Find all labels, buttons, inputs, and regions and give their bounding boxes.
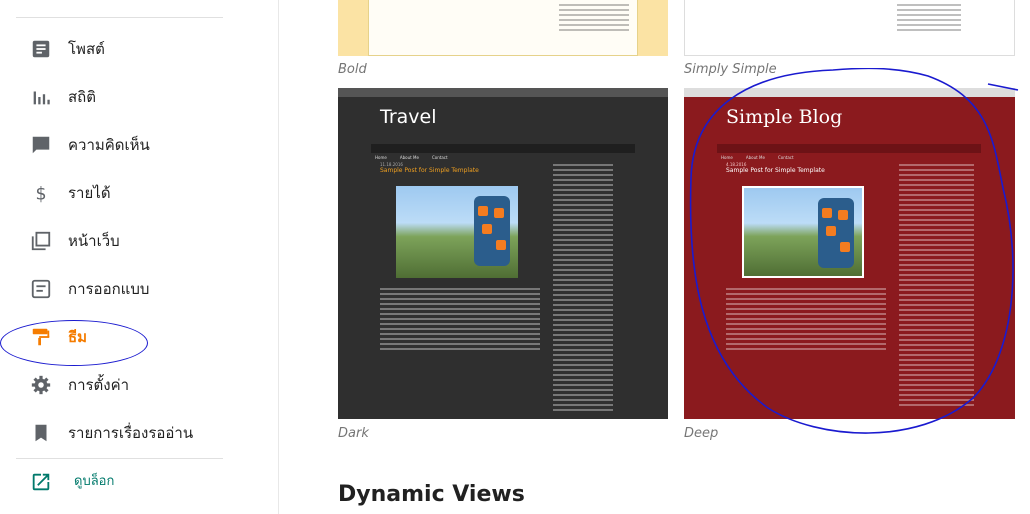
sidebar-item-label: สถิติ xyxy=(68,88,96,106)
sidebar-item-settings[interactable]: การตั้งค่า xyxy=(0,365,260,405)
theme-preview-nav-item: Contact xyxy=(778,155,794,160)
theme-name: Deep xyxy=(684,426,719,441)
paint-roller-icon xyxy=(32,328,50,346)
comments-icon xyxy=(32,136,50,154)
theme-preview-toolbar xyxy=(684,88,1015,97)
section-heading: Dynamic Views xyxy=(338,482,525,507)
theme-preview-photo xyxy=(742,186,864,278)
theme-thumbnail-bold[interactable] xyxy=(338,0,668,56)
external-link-icon xyxy=(32,473,50,491)
theme-preview-blog-title: Simple Blog xyxy=(726,106,843,128)
sidebar-item-label: โพสต์ xyxy=(68,40,105,58)
sidebar-divider xyxy=(16,17,223,18)
gear-icon xyxy=(31,375,51,395)
sidebar-item-earnings[interactable]: $ รายได้ xyxy=(0,173,260,213)
dollar-icon: $ xyxy=(36,184,47,204)
theme-name: Simply Simple xyxy=(684,62,777,77)
theme-preview-text-lines xyxy=(897,4,961,34)
theme-preview-jar xyxy=(818,198,854,268)
theme-preview-nav-item: Contact xyxy=(432,155,448,160)
theme-preview-post-title: Sample Post for Simple Template xyxy=(380,167,479,174)
sidebar-item-stats[interactable]: สถิติ xyxy=(0,77,260,117)
view-blog-label: ดูบล็อก xyxy=(74,474,115,489)
pages-icon xyxy=(31,231,51,251)
theme-preview-jar xyxy=(474,196,510,266)
sidebar-item-label: รายการเรื่องรออ่าน xyxy=(68,424,194,442)
view-blog-link[interactable]: ดูบล็อก xyxy=(0,462,260,502)
theme-preview-text-lines xyxy=(559,4,629,34)
sidebar-item-label: การตั้งค่า xyxy=(68,376,130,394)
theme-preview-blog-title: Travel xyxy=(380,106,437,128)
theme-preview-post: 11.18.2016 Sample Post for Simple Templa… xyxy=(380,162,540,174)
sidebar-item-comments[interactable]: ความคิดเห็น xyxy=(0,125,260,165)
theme-gallery: Bold Simply Simple Travel Home About Me … xyxy=(280,0,1030,514)
theme-preview-nav: Home About Me Contact xyxy=(717,144,981,160)
sidebar-item-label: หน้าเว็บ xyxy=(68,232,120,250)
sidebar-item-label: ความคิดเห็น xyxy=(68,136,150,154)
sidebar-item-theme[interactable]: ธีม xyxy=(0,317,260,357)
sidebar-item-reading-list[interactable]: รายการเรื่องรออ่าน xyxy=(0,413,260,453)
sidebar: โพสต์ สถิติ ความคิดเห็น $ รายได้ หน้าเว็… xyxy=(0,0,279,514)
theme-preview-post: 4.18.2016 Sample Post for Simple Templat… xyxy=(726,162,886,174)
theme-preview-text-lines xyxy=(726,288,886,353)
theme-preview-sidebar-lines xyxy=(553,164,613,414)
theme-name: Dark xyxy=(338,426,369,441)
sidebar-item-label: รายได้ xyxy=(68,184,111,202)
posts-icon xyxy=(32,40,50,58)
theme-preview-photo xyxy=(396,186,518,278)
sidebar-item-posts[interactable]: โพสต์ xyxy=(0,29,260,69)
theme-preview-sidebar-lines xyxy=(899,164,974,409)
theme-preview-text-lines xyxy=(380,288,540,353)
theme-thumbnail-dark[interactable]: Travel Home About Me Contact 11.18.2016 … xyxy=(338,88,668,419)
sidebar-item-label: ธีม xyxy=(68,328,88,346)
theme-preview-nav-item: Home xyxy=(375,155,387,160)
sidebar-item-layout[interactable]: การออกแบบ xyxy=(0,269,260,309)
theme-preview-nav: Home About Me Contact xyxy=(371,144,635,160)
theme-thumbnail-simply-simple[interactable] xyxy=(684,0,1015,56)
bookmark-icon xyxy=(35,424,47,442)
stats-icon xyxy=(33,91,50,105)
theme-preview-nav-item: About Me xyxy=(745,155,765,160)
sidebar-item-label: การออกแบบ xyxy=(68,280,150,298)
theme-preview-page xyxy=(368,0,638,56)
sidebar-divider xyxy=(16,458,223,459)
theme-thumbnail-deep[interactable]: Simple Blog Home About Me Contact 4.18.2… xyxy=(684,88,1015,419)
theme-name: Bold xyxy=(338,62,367,77)
theme-preview-nav-item: About Me xyxy=(399,155,419,160)
theme-preview-toolbar xyxy=(338,88,668,97)
layout-icon xyxy=(31,279,51,299)
svg-text:$: $ xyxy=(36,184,47,204)
theme-preview-post-title: Sample Post for Simple Template xyxy=(726,167,825,174)
theme-preview-nav-item: Home xyxy=(721,155,733,160)
sidebar-item-pages[interactable]: หน้าเว็บ xyxy=(0,221,260,261)
